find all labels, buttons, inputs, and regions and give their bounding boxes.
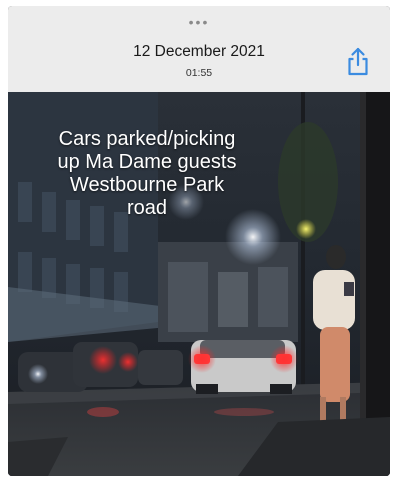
photo-time: 01:55: [185, 67, 213, 79]
photo-viewer: ••• 12 December 2021 01:55 Cars parked/p…: [8, 6, 390, 476]
photo-header: ••• 12 December 2021 01:55: [8, 6, 390, 93]
share-button[interactable]: [344, 46, 372, 78]
photo-date: 12 December 2021: [133, 43, 265, 60]
photo-caption: Cars parked/picking up Ma Dame guests We…: [22, 128, 272, 220]
caption-line: Cars parked/picking: [58, 128, 236, 150]
caption-line: up Ma Dame guests: [57, 151, 237, 173]
caption-line: road: [126, 197, 168, 219]
caption-line: Westbourne Park: [69, 174, 225, 196]
more-options-dots[interactable]: •••: [8, 15, 390, 29]
night-street-photo[interactable]: Cars parked/picking up Ma Dame guests We…: [8, 92, 390, 476]
share-icon: [348, 47, 368, 76]
